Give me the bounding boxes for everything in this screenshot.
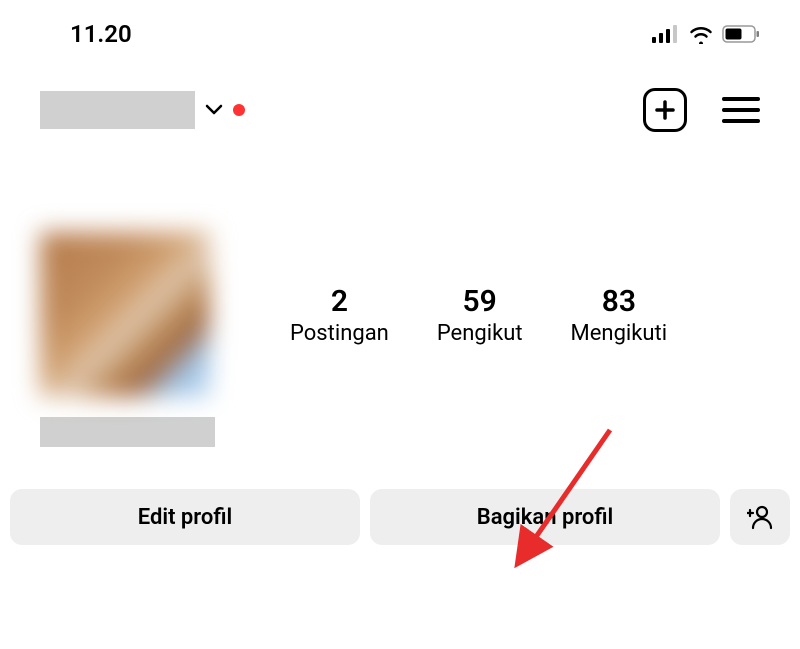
edit-profile-button[interactable]: Edit profil: [10, 489, 360, 545]
stat-following-label: Mengikuti: [571, 321, 668, 346]
plus-icon: [653, 98, 677, 122]
stat-followers[interactable]: 59 Pengikut: [437, 284, 523, 346]
avatar-container[interactable]: [40, 232, 210, 397]
stat-posts-count: 2: [331, 284, 348, 319]
status-time: 11.20: [70, 20, 132, 48]
create-button[interactable]: [643, 88, 687, 132]
status-bar: 11.20: [0, 0, 800, 58]
stat-followers-label: Pengikut: [437, 321, 523, 346]
stat-following[interactable]: 83 Mengikuti: [571, 284, 668, 346]
avatar: [40, 232, 210, 397]
share-profile-button[interactable]: Bagikan profil: [370, 489, 720, 545]
menu-button[interactable]: [722, 97, 760, 123]
notification-dot: [233, 104, 245, 116]
header-actions: [643, 88, 760, 132]
wifi-icon: [688, 24, 714, 44]
profile-stats: 2 Postingan 59 Pengikut 83 Mengikuti: [290, 284, 667, 346]
profile-section: 2 Postingan 59 Pengikut 83 Mengikuti: [0, 142, 800, 397]
username-redacted: [40, 91, 195, 129]
profile-action-buttons: Edit profil Bagikan profil: [0, 447, 800, 545]
stat-following-count: 83: [602, 284, 636, 319]
hamburger-icon: [722, 97, 760, 101]
profile-header: [0, 58, 800, 142]
status-icons: [652, 24, 760, 44]
display-name-redacted: [40, 417, 215, 447]
signal-icon: [652, 25, 680, 43]
username-switcher[interactable]: [40, 91, 245, 129]
stat-posts[interactable]: 2 Postingan: [290, 284, 389, 346]
stat-posts-label: Postingan: [290, 321, 389, 346]
discover-people-button[interactable]: [730, 489, 790, 545]
add-person-icon: [747, 504, 773, 530]
battery-icon: [722, 25, 760, 43]
chevron-down-icon: [205, 104, 223, 116]
stat-followers-count: 59: [463, 284, 497, 319]
